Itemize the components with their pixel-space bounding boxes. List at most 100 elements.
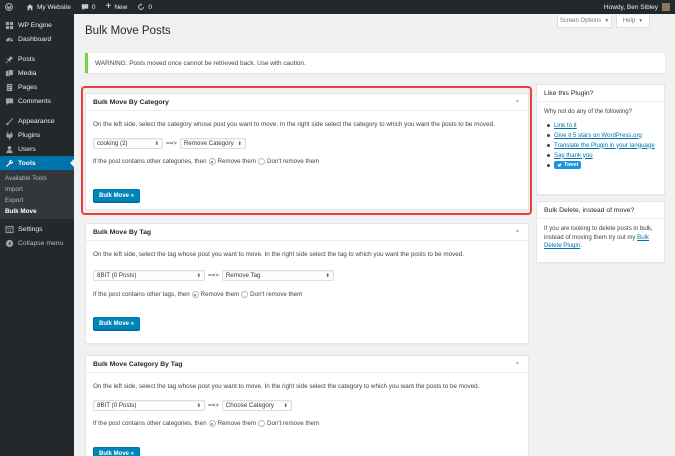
bulk-move-button[interactable]: Bulk Move » xyxy=(93,317,141,330)
sidebar-item-users[interactable]: Users xyxy=(0,142,74,156)
tools-submenu: Available Tools Import Export Bulk Move xyxy=(0,170,74,219)
sidebar-item-label: Appearance xyxy=(18,117,55,125)
box-header[interactable]: Bulk Move Category By Tag ▲ xyxy=(86,356,528,373)
submenu-item-export[interactable]: Export xyxy=(0,195,74,206)
collapse-icon xyxy=(5,239,14,247)
media-icon xyxy=(5,69,14,76)
like-plugin-box: Like this Plugin? Why not do any of the … xyxy=(536,84,665,195)
to-category-select[interactable]: Choose Category ⬍ xyxy=(221,400,292,411)
bulk-delete-period: . xyxy=(580,242,582,249)
sidebar-item-appearance[interactable]: Appearance xyxy=(0,114,74,128)
radio-group-label: If the post contains other categories, t… xyxy=(93,420,207,427)
sidebar-item-label: Posts xyxy=(18,55,35,63)
sidebar-item-comments[interactable]: Comments xyxy=(0,94,74,108)
box-inside: Why not do any of the following? Link to… xyxy=(537,102,664,176)
user-icon xyxy=(6,145,13,153)
plus-icon: + xyxy=(105,1,112,12)
sidebar-item-pages[interactable]: Pages xyxy=(0,80,74,94)
sidebar-item-label: Collapse menu xyxy=(18,239,64,247)
box-header[interactable]: Bulk Move By Tag ▲ xyxy=(86,224,528,241)
updates-count: 0 xyxy=(148,3,152,11)
select-value: Remove Tag xyxy=(225,272,261,279)
comments-menu[interactable]: 0 xyxy=(76,0,101,14)
box-title: Like this Plugin? xyxy=(544,89,594,97)
say-thank-you-link[interactable]: Say thank you xyxy=(554,152,593,159)
help-button[interactable]: Help ▼ xyxy=(616,15,650,28)
my-account-menu[interactable]: Howdy, Ben Sibley xyxy=(599,0,675,14)
sidebar-item-label: Pages xyxy=(18,83,38,91)
sidebar-item-plugins[interactable]: Plugins xyxy=(0,128,74,142)
sidebar-item-wp-engine[interactable]: WP Engine xyxy=(0,18,74,32)
box-header: Bulk Delete, instead of move? xyxy=(537,202,664,219)
bulk-move-button[interactable]: Bulk Move » xyxy=(93,447,141,456)
twitter-bird-icon xyxy=(557,163,562,167)
translate-plugin-link[interactable]: Translate the Plugin in your language xyxy=(554,142,655,149)
select-arrows-icon: ⬍ xyxy=(196,272,201,279)
admin-bar: My Website 0 + New 0 Howdy, Ben Sibley xyxy=(0,0,675,14)
like-intro: Why not do any of the following? xyxy=(544,108,633,115)
wp-logo-menu[interactable] xyxy=(0,0,21,14)
rate-plugin-link[interactable]: Give it 5 stars on WordPress.org xyxy=(554,132,642,139)
dont-remove-them-label[interactable]: Don't remove them xyxy=(267,420,319,427)
wp-engine-icon xyxy=(5,21,14,29)
remove-them-label[interactable]: Remove them xyxy=(201,291,240,298)
main-content: Screen Options ▼ Help ▼ Bulk Move Posts … xyxy=(74,14,675,456)
new-content-menu[interactable]: + New xyxy=(100,0,132,14)
help-label: Help xyxy=(622,18,636,24)
wrench-icon xyxy=(6,159,14,167)
home-icon xyxy=(26,4,34,11)
screen-options-button[interactable]: Screen Options ▼ xyxy=(557,15,612,28)
sidebar-item-label: Media xyxy=(18,69,37,77)
radio-group-label: If the post contains other tags, then xyxy=(93,291,190,298)
sidebar-item-label: Settings xyxy=(18,225,43,233)
box-title: Bulk Move By Tag xyxy=(93,228,152,236)
avatar xyxy=(662,3,670,11)
tweet-button[interactable]: Tweet xyxy=(554,161,582,169)
select-arrows-icon: ⬍ xyxy=(325,272,330,279)
submenu-item-available-tools[interactable]: Available Tools xyxy=(0,173,74,184)
to-tag-select[interactable]: Remove Tag ⬍ xyxy=(221,270,334,281)
list-item: Say thank you xyxy=(544,150,657,160)
list-item: Link to it xyxy=(544,120,657,130)
howdy-text: Howdy, Ben Sibley xyxy=(603,3,658,11)
sidebar-item-settings[interactable]: Settings xyxy=(0,222,74,236)
toggle-arrow-icon[interactable]: ▲ xyxy=(515,228,520,234)
updates-menu[interactable]: 0 xyxy=(132,0,157,14)
link-to-it[interactable]: Link to it xyxy=(554,122,577,129)
select-value: 8BIT (0 Posts) xyxy=(97,272,137,279)
arrow-text: ==> xyxy=(208,272,219,279)
submenu-item-import[interactable]: Import xyxy=(0,184,74,195)
remove-them-radio[interactable] xyxy=(208,420,216,427)
from-tag-select[interactable]: 8BIT (0 Posts) ⬍ xyxy=(93,270,205,281)
brush-icon xyxy=(6,117,14,125)
dont-remove-them-radio[interactable] xyxy=(241,291,249,298)
toggle-arrow-icon[interactable]: ▲ xyxy=(515,360,520,366)
highlight-frame xyxy=(81,86,532,215)
dont-remove-them-label[interactable]: Don't remove them xyxy=(250,291,302,298)
collapse-menu-button[interactable]: Collapse menu xyxy=(0,236,74,250)
submenu-item-bulk-move[interactable]: Bulk Move xyxy=(0,206,74,217)
sidebar-item-posts[interactable]: Posts xyxy=(0,52,74,66)
remove-them-label[interactable]: Remove them xyxy=(218,420,257,427)
bulk-move-category-by-tag-box: Bulk Move Category By Tag ▲ On the left … xyxy=(85,355,529,456)
bulk-delete-box: Bulk Delete, instead of move? If you are… xyxy=(536,201,665,263)
pin-icon xyxy=(5,55,14,63)
sidebar-item-dashboard[interactable]: Dashboard xyxy=(0,32,74,46)
tweet-label: Tweet xyxy=(564,162,579,168)
site-name-menu[interactable]: My Website xyxy=(21,0,76,14)
page-title: Bulk Move Posts xyxy=(85,25,171,37)
warning-notice: WARNING: Posts moved once cannot be retr… xyxy=(85,53,665,73)
sidebar-item-media[interactable]: Media xyxy=(0,66,74,80)
from-tag-select[interactable]: 8BIT (0 Posts) ⬍ xyxy=(93,400,205,411)
dont-remove-them-radio[interactable] xyxy=(258,420,266,427)
box-description: On the left side, select the tag whose p… xyxy=(93,383,480,390)
sidebar-item-label: Dashboard xyxy=(18,35,52,43)
chevron-down-icon: ▼ xyxy=(638,18,644,24)
box-header: Like this Plugin? xyxy=(537,85,664,102)
updates-icon xyxy=(138,3,145,10)
remove-them-radio[interactable] xyxy=(191,291,199,298)
sidebar-item-tools[interactable]: Tools xyxy=(0,156,74,170)
bulk-move-by-tag-box: Bulk Move By Tag ▲ On the left side, sel… xyxy=(85,223,529,344)
admin-sidebar: WP Engine Dashboard Posts Media Pages Co… xyxy=(0,14,74,456)
like-links-list: Link to it Give it 5 stars on WordPress.… xyxy=(544,120,657,170)
